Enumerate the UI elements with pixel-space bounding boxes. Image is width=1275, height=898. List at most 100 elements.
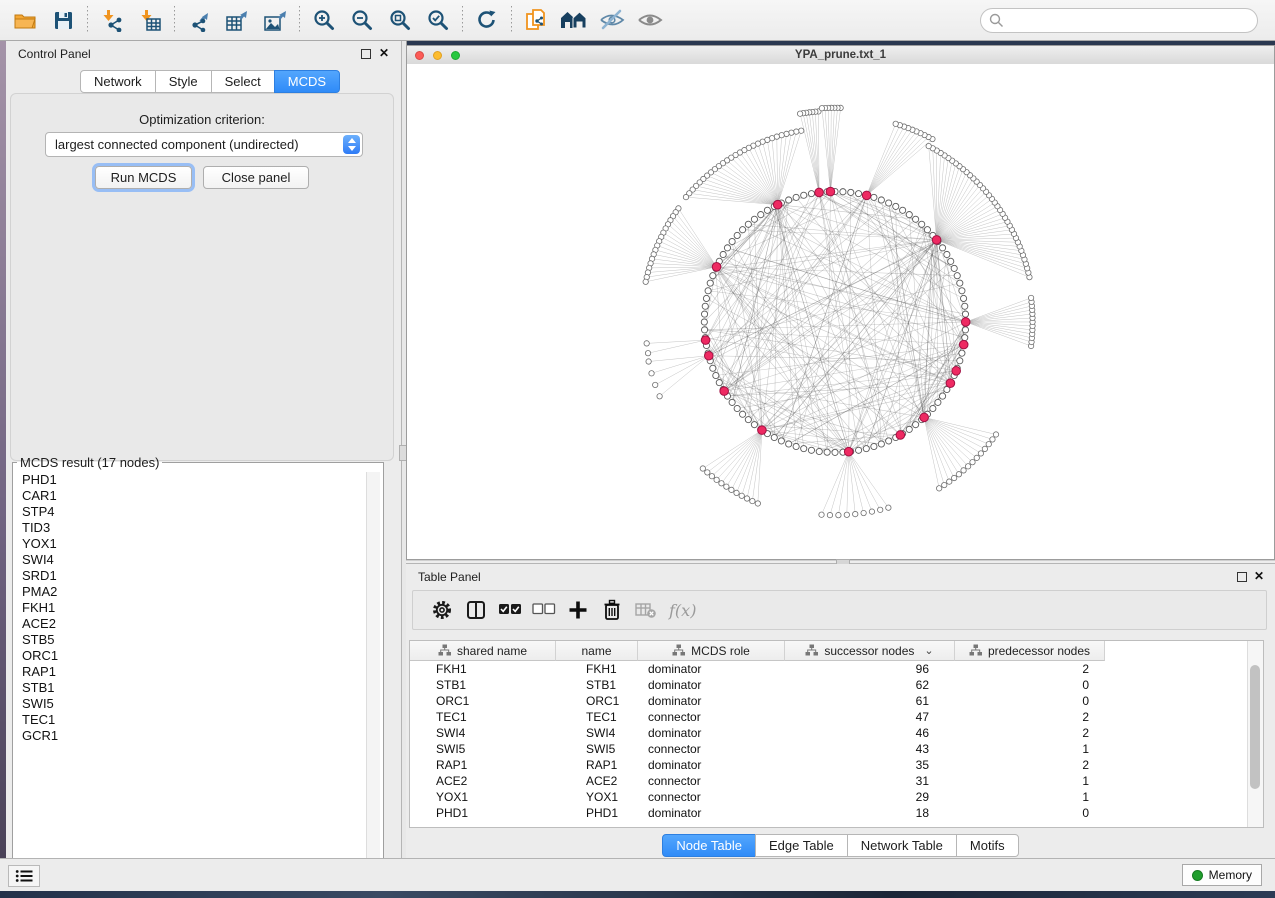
network-hub-node[interactable] <box>701 336 710 345</box>
network-hub-node[interactable] <box>720 387 729 396</box>
network-node[interactable] <box>871 443 877 449</box>
network-node[interactable] <box>720 251 726 257</box>
table-row[interactable]: PHD1PHD1dominator180 <box>410 805 1248 821</box>
network-node[interactable] <box>724 484 729 489</box>
network-node[interactable] <box>646 359 651 364</box>
network-node[interactable] <box>935 399 941 405</box>
network-node[interactable] <box>919 221 925 227</box>
network-node[interactable] <box>913 216 919 222</box>
table-cell[interactable]: connector <box>638 710 785 724</box>
delete-table-button[interactable] <box>629 595 663 625</box>
table-row[interactable]: ORC1ORC1dominator610 <box>410 693 1248 709</box>
network-node[interactable] <box>751 216 757 222</box>
network-node[interactable] <box>959 350 965 356</box>
network-node[interactable] <box>714 477 719 482</box>
network-node[interactable] <box>700 466 705 471</box>
table-cell[interactable]: 29 <box>785 790 955 804</box>
table-cell[interactable]: 2 <box>955 710 1105 724</box>
tab-network-table[interactable]: Network Table <box>847 834 957 857</box>
table-cell[interactable]: dominator <box>638 758 785 772</box>
network-node[interactable] <box>970 459 975 464</box>
table-cell[interactable]: FKH1 <box>410 662 556 676</box>
mcds-result-item[interactable]: SWI5 <box>15 696 363 712</box>
table-cell[interactable]: connector <box>638 790 785 804</box>
network-node[interactable] <box>942 482 947 487</box>
network-window-titlebar[interactable]: YPA_prune.txt_1 <box>407 46 1274 65</box>
network-node[interactable] <box>713 372 719 378</box>
mcds-result-item[interactable]: YOX1 <box>15 536 363 552</box>
table-cell[interactable]: 46 <box>785 726 955 740</box>
network-node[interactable] <box>758 211 764 217</box>
mcds-result-item[interactable]: FKH1 <box>15 600 363 616</box>
mcds-result-item[interactable]: SWI4 <box>15 552 363 568</box>
network-node[interactable] <box>683 194 688 199</box>
network-node[interactable] <box>819 512 824 517</box>
table-cell[interactable]: SWI5 <box>556 742 638 756</box>
tab-edge-table[interactable]: Edge Table <box>755 834 848 857</box>
refresh-view-button[interactable] <box>468 4 506 36</box>
table-row[interactable]: FKH1FKH1dominator962 <box>410 661 1248 677</box>
network-node[interactable] <box>771 434 777 440</box>
network-node[interactable] <box>701 319 707 325</box>
close-panel-icon[interactable]: ✕ <box>379 46 389 60</box>
open-file-button[interactable] <box>6 4 44 36</box>
column-header-mcds-role[interactable]: MCDS role <box>638 641 785 661</box>
table-row[interactable]: ACE2ACE2connector311 <box>410 773 1248 789</box>
function-builder-button[interactable]: f(x) <box>669 601 696 620</box>
task-history-button[interactable] <box>8 865 40 887</box>
first-neighbors-button[interactable] <box>555 4 593 36</box>
add-column-button[interactable] <box>561 595 595 625</box>
table-cell[interactable]: SWI5 <box>410 742 556 756</box>
table-cell[interactable]: 61 <box>785 694 955 708</box>
delete-column-button[interactable] <box>595 595 629 625</box>
export-image-button[interactable] <box>256 4 294 36</box>
column-header-shared-name[interactable]: shared name <box>410 641 556 661</box>
network-node[interactable] <box>906 426 912 432</box>
table-cell[interactable]: 2 <box>955 758 1105 772</box>
float-panel-icon[interactable] <box>361 49 371 59</box>
table-cell[interactable]: ORC1 <box>556 694 638 708</box>
table-row[interactable]: SWI4SWI4dominator462 <box>410 725 1248 741</box>
network-node[interactable] <box>948 258 954 264</box>
column-header-name[interactable]: name <box>556 641 638 661</box>
table-row[interactable]: RAP1RAP1dominator352 <box>410 757 1248 773</box>
network-node[interactable] <box>745 417 751 423</box>
network-node[interactable] <box>740 411 746 417</box>
deselect-all-button[interactable] <box>527 595 561 625</box>
network-node[interactable] <box>778 438 784 444</box>
network-node[interactable] <box>855 191 861 197</box>
network-node[interactable] <box>729 238 735 244</box>
network-node[interactable] <box>653 382 658 387</box>
network-node[interactable] <box>990 437 995 442</box>
hide-selected-button[interactable] <box>593 4 631 36</box>
table-cell[interactable]: 0 <box>955 678 1105 692</box>
network-hub-node[interactable] <box>862 191 871 200</box>
network-node[interactable] <box>750 498 755 503</box>
network-node[interactable] <box>878 197 884 203</box>
close-panel-button[interactable]: Close panel <box>203 166 309 189</box>
network-node[interactable] <box>930 405 936 411</box>
network-node[interactable] <box>740 227 746 233</box>
network-node[interactable] <box>974 455 979 460</box>
network-node[interactable] <box>649 371 654 376</box>
network-node[interactable] <box>848 189 854 195</box>
network-hub-node[interactable] <box>946 379 955 388</box>
network-node[interactable] <box>703 295 709 301</box>
mcds-result-item[interactable]: GCR1 <box>15 728 363 744</box>
network-node[interactable] <box>1028 295 1033 300</box>
network-node[interactable] <box>643 279 648 284</box>
network-node[interactable] <box>939 245 945 251</box>
table-settings-button[interactable] <box>425 595 459 625</box>
network-graph[interactable] <box>407 64 1274 559</box>
network-node[interactable] <box>844 512 849 517</box>
network-node[interactable] <box>786 197 792 203</box>
table-cell[interactable]: 0 <box>955 806 1105 820</box>
table-cell[interactable]: 2 <box>955 662 1105 676</box>
table-cell[interactable]: 0 <box>955 694 1105 708</box>
network-node[interactable] <box>739 493 744 498</box>
network-node[interactable] <box>724 245 730 251</box>
table-cell[interactable]: connector <box>638 774 785 788</box>
mcds-result-item[interactable]: CAR1 <box>15 488 363 504</box>
network-node[interactable] <box>832 449 838 455</box>
table-cell[interactable]: TEC1 <box>556 710 638 724</box>
